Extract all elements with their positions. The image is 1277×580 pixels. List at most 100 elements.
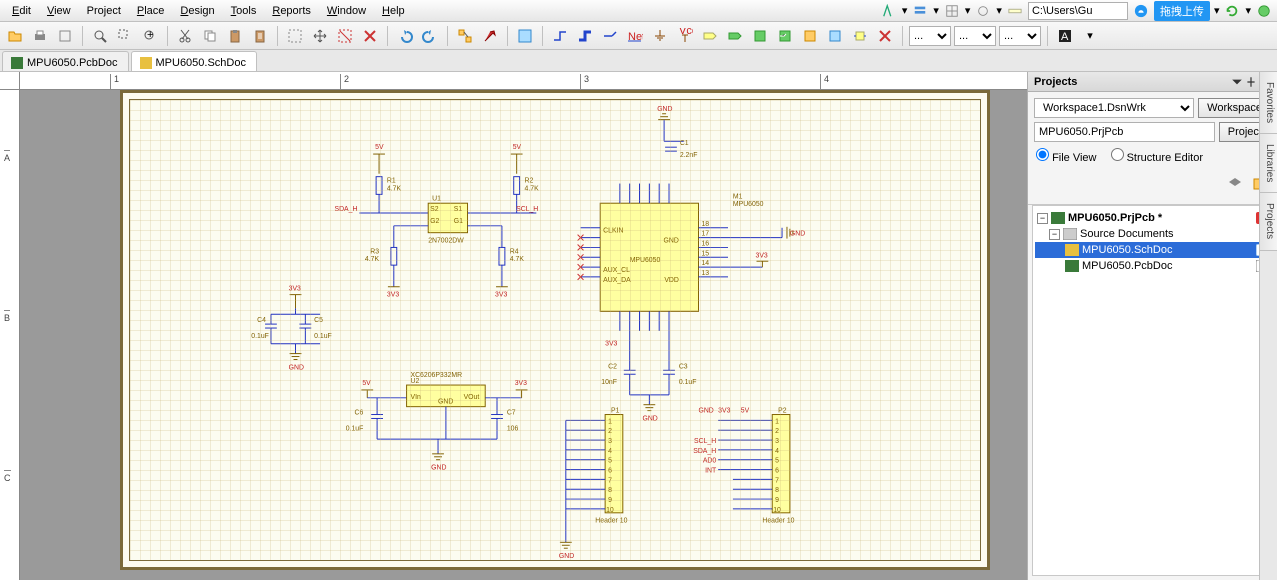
panel-dropdown-icon[interactable]	[1231, 76, 1243, 88]
tree-root[interactable]: − MPU6050.PrjPcb *	[1035, 210, 1270, 226]
projects-panel: Projects Workspace1.DsnWrk Workspace Pro…	[1027, 72, 1277, 580]
menu-reports[interactable]: Reports	[264, 3, 319, 19]
menu-bar: Edit View Project Place Design Tools Rep…	[0, 0, 1277, 22]
collapse-icon[interactable]: −	[1049, 229, 1060, 240]
zoom-area-icon[interactable]	[114, 25, 136, 47]
right-side-tabs: Favorites Libraries Projects	[1259, 72, 1277, 580]
panel-title: Projects	[1034, 76, 1077, 88]
sch-doc-icon	[140, 57, 152, 69]
place-harness-icon[interactable]	[824, 25, 846, 47]
clear-filter-icon[interactable]	[359, 25, 381, 47]
cut-icon[interactable]	[174, 25, 196, 47]
menu-help[interactable]: Help	[374, 3, 413, 19]
menu-dropdown-icon[interactable]: ▾	[1079, 25, 1101, 47]
tab-pcb[interactable]: MPU6050.PcbDoc	[2, 51, 129, 71]
place-device-sheet-icon[interactable]	[799, 25, 821, 47]
toolbar-combo-3[interactable]: ...	[999, 26, 1041, 46]
menu-tools[interactable]: Tools	[223, 3, 265, 19]
place-noerc-icon[interactable]	[874, 25, 896, 47]
path-input[interactable]: C:\Users\Gu	[1028, 2, 1128, 20]
copy-icon[interactable]	[199, 25, 221, 47]
ruler-tool-icon[interactable]	[1006, 2, 1024, 20]
place-netlabel-icon[interactable]: Net	[624, 25, 646, 47]
snap-tool-icon[interactable]	[974, 2, 992, 20]
refresh-icon[interactable]	[1223, 2, 1241, 20]
preview-icon[interactable]	[54, 25, 76, 47]
draw-tool-icon[interactable]	[880, 2, 898, 20]
hierarchy-up-icon[interactable]	[454, 25, 476, 47]
svg-text:+: +	[147, 29, 153, 41]
fileview-radio[interactable]: File View	[1036, 148, 1097, 164]
altium-icon[interactable]: A	[1054, 25, 1076, 47]
place-gnd-icon[interactable]	[649, 25, 671, 47]
svg-text:A: A	[1061, 31, 1069, 43]
ruler-corner	[0, 72, 20, 90]
place-vcc-icon[interactable]: Vcc	[674, 25, 696, 47]
menu-window[interactable]: Window	[319, 3, 374, 19]
grid-tool-icon[interactable]	[943, 2, 961, 20]
tree-group[interactable]: − Source Documents	[1035, 226, 1270, 242]
place-part-icon[interactable]	[849, 25, 871, 47]
toolbar-combo-2[interactable]: ...	[954, 26, 996, 46]
ruler-horizontal: 1 2 3 4	[20, 72, 1027, 90]
collapse-icon[interactable]: −	[1037, 213, 1048, 224]
projects-panel-header: Projects	[1028, 72, 1277, 92]
main-area: 1 2 3 4 A B C 5V 5V	[0, 72, 1277, 580]
top-right-tools: ▾ ▾ ▾ ▾ C:\Users\Gu 拖拽上传 ▾ ▾	[880, 1, 1273, 21]
side-tab-projects[interactable]: Projects	[1260, 193, 1277, 250]
project-input[interactable]	[1034, 122, 1215, 142]
project-tree[interactable]: − MPU6050.PrjPcb * − Source Documents MP…	[1032, 205, 1273, 576]
open-icon[interactable]	[4, 25, 26, 47]
select-rect-icon[interactable]	[284, 25, 306, 47]
structure-radio[interactable]: Structure Editor	[1111, 148, 1203, 164]
place-bus-entry-icon[interactable]	[599, 25, 621, 47]
schematic-sheet: 5V 5V R14.7K R24.7K SDA_H SCL_H S2 G2	[120, 90, 990, 570]
browse-icon[interactable]	[514, 25, 536, 47]
place-bus-icon[interactable]	[574, 25, 596, 47]
move-icon[interactable]	[309, 25, 331, 47]
paste-icon[interactable]	[224, 25, 246, 47]
toolbar-combo-1[interactable]: ...	[909, 26, 951, 46]
tree-doc-pcb[interactable]: MPU6050.PcbDoc	[1035, 258, 1270, 274]
svg-text:Vcc: Vcc	[679, 28, 693, 37]
project-icon	[1051, 212, 1065, 224]
cloud-icon[interactable]	[1132, 2, 1150, 20]
tree-doc-sch[interactable]: MPU6050.SchDoc	[1035, 242, 1270, 258]
workspace-select[interactable]: Workspace1.DsnWrk	[1034, 98, 1194, 118]
menu-place[interactable]: Place	[129, 3, 173, 19]
menu-edit[interactable]: Edit	[4, 3, 39, 19]
place-sheet-icon[interactable]	[749, 25, 771, 47]
pcb-doc-icon	[1065, 260, 1079, 272]
folder-icon	[1063, 228, 1077, 240]
ruler-vertical: A B C	[0, 90, 20, 580]
redo-icon[interactable]	[419, 25, 441, 47]
zoom-sel-icon[interactable]: +	[139, 25, 161, 47]
cross-probe-icon[interactable]	[479, 25, 501, 47]
tab-sch[interactable]: MPU6050.SchDoc	[131, 51, 258, 71]
place-sheet-entry-icon[interactable]	[774, 25, 796, 47]
panel-action1-icon[interactable]	[1225, 174, 1245, 194]
zoom-fit-icon[interactable]	[89, 25, 111, 47]
menu-design[interactable]: Design	[172, 3, 222, 19]
schematic-canvas[interactable]: 1 2 3 4 A B C 5V 5V	[0, 72, 1027, 580]
side-tab-libraries[interactable]: Libraries	[1260, 134, 1277, 193]
pcb-doc-icon	[11, 57, 23, 69]
place-offsheet-icon[interactable]	[724, 25, 746, 47]
panel-pin-icon[interactable]	[1245, 76, 1257, 88]
upload-badge[interactable]: 拖拽上传	[1154, 1, 1210, 21]
globe-icon[interactable]	[1255, 2, 1273, 20]
print-icon[interactable]	[29, 25, 51, 47]
deselect-icon[interactable]	[334, 25, 356, 47]
tab-label: MPU6050.SchDoc	[156, 57, 247, 69]
tab-label: MPU6050.PcbDoc	[27, 57, 118, 69]
main-toolbar: + Net Vcc ... ... ... A ▾	[0, 22, 1277, 50]
rubber-stamp-icon[interactable]	[249, 25, 271, 47]
sch-doc-icon	[1065, 244, 1079, 256]
side-tab-favorites[interactable]: Favorites	[1260, 72, 1277, 134]
place-port-icon[interactable]	[699, 25, 721, 47]
menu-view[interactable]: View	[39, 3, 79, 19]
place-wire-icon[interactable]	[549, 25, 571, 47]
undo-icon[interactable]	[394, 25, 416, 47]
layer-tool-icon[interactable]	[911, 2, 929, 20]
menu-project[interactable]: Project	[79, 3, 129, 19]
